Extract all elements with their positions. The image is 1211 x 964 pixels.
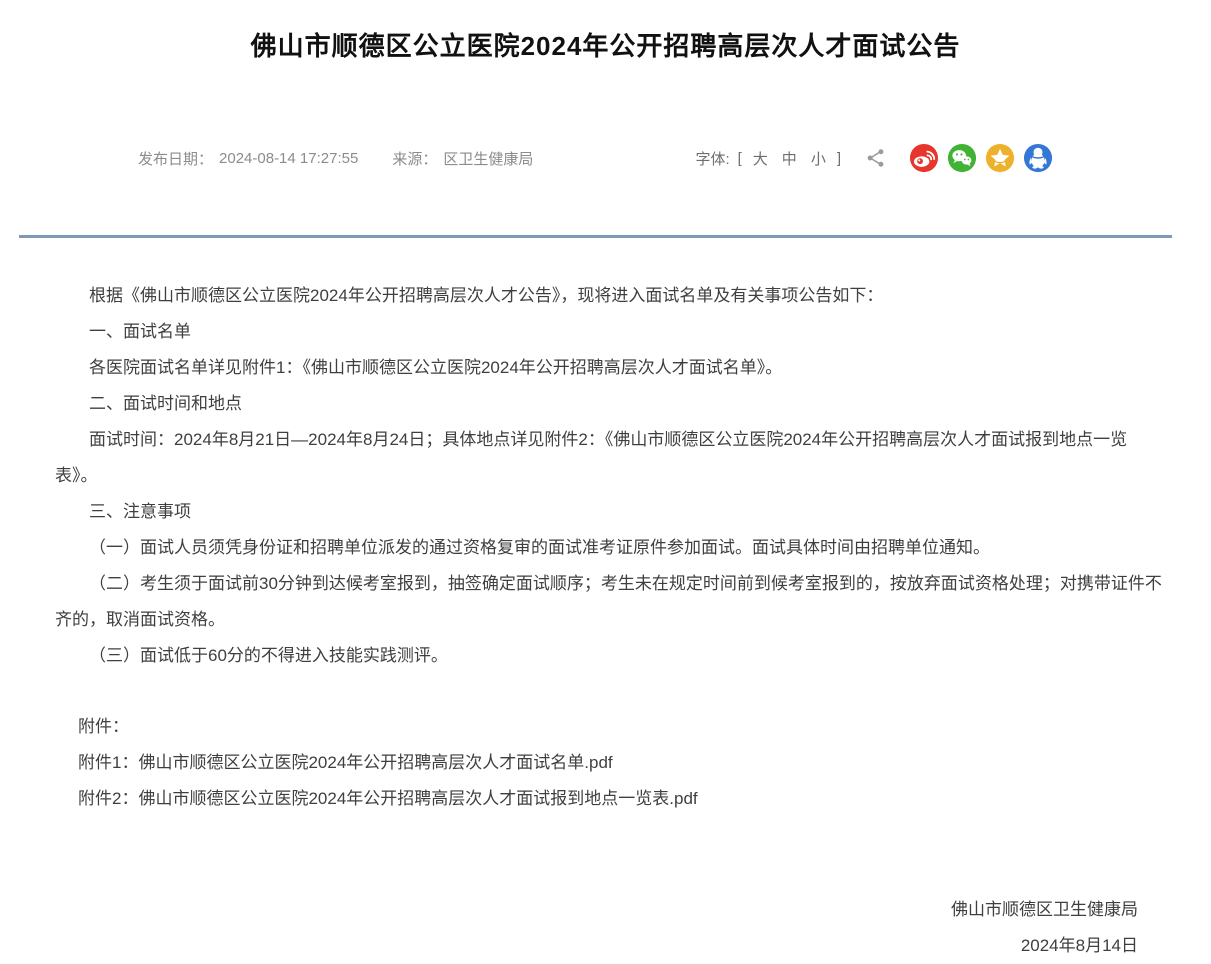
paragraph-time-place: 面试时间：2024年8月21日—2024年8月24日；具体地点详见附件2：《佛山…	[55, 422, 1165, 494]
wechat-icon[interactable]	[947, 143, 977, 173]
share-nodes-icon[interactable]	[865, 147, 887, 169]
paragraph-note-1: （一）面试人员须凭身份证和招聘单位派发的通过资格复审的面试准考证原件参加面试。面…	[55, 530, 1165, 566]
font-size-controls: 字体: [ 大 中 小 ]	[695, 148, 845, 169]
paragraph-interview-list: 各医院面试名单详见附件1：《佛山市顺德区公立医院2024年公开招聘高层次人才面试…	[55, 350, 1165, 386]
heading-time-place: 二、面试时间和地点	[55, 386, 1165, 422]
announcement-body: 根据《佛山市顺德区公立医院2024年公开招聘高层次人才公告》，现将进入面试名单及…	[55, 278, 1165, 674]
meta-row: 发布日期： 2024-08-14 17:27:55 来源： 区卫生健康局 字体:…	[0, 139, 1211, 177]
qzone-icon[interactable]	[985, 143, 1015, 173]
font-size-small-button[interactable]: 小	[811, 148, 826, 169]
signature-date: 2024年8月14日	[0, 928, 1138, 964]
toolbar: 字体: [ 大 中 小 ]	[695, 143, 1053, 173]
publish-date-label: 发布日期：	[138, 148, 213, 169]
paragraph-note-2: （二）考生须于面试前30分钟到达候考室报到，抽签确定面试顺序；考生未在规定时间前…	[55, 566, 1165, 638]
font-size-medium-button[interactable]: 中	[782, 148, 797, 169]
heading-interview-list: 一、面试名单	[55, 314, 1165, 350]
attachment-link-1[interactable]: 附件1：佛山市顺德区公立医院2024年公开招聘高层次人才面试名单.pdf	[78, 753, 613, 772]
attachments-section: 附件： 附件1：佛山市顺德区公立医院2024年公开招聘高层次人才面试名单.pdf…	[55, 709, 1165, 817]
heading-notes: 三、注意事项	[55, 494, 1165, 530]
source-label: 来源：	[392, 148, 437, 169]
bracket-open: [	[738, 150, 742, 167]
paragraph-note-3: （三）面试低于60分的不得进入技能实践测评。	[55, 638, 1165, 674]
attachment-item: 附件1：佛山市顺德区公立医院2024年公开招聘高层次人才面试名单.pdf	[78, 745, 1165, 781]
publish-date-value: 2024-08-14 17:27:55	[219, 150, 358, 167]
announcement-page: 佛山市顺德区公立医院2024年公开招聘高层次人才面试公告 发布日期： 2024-…	[0, 17, 1211, 950]
bracket-close: ]	[837, 150, 841, 167]
attachment-link-2[interactable]: 附件2：佛山市顺德区公立医院2024年公开招聘高层次人才面试报到地点一览表.pd…	[78, 789, 698, 808]
attachment-item: 附件2：佛山市顺德区公立医院2024年公开招聘高层次人才面试报到地点一览表.pd…	[78, 781, 1165, 817]
source-value: 区卫生健康局	[443, 148, 533, 169]
signature-block: 佛山市顺德区卫生健康局 2024年8月14日	[0, 892, 1211, 964]
attachments-label: 附件：	[78, 709, 1165, 745]
paragraph-intro: 根据《佛山市顺德区公立医院2024年公开招聘高层次人才公告》，现将进入面试名单及…	[55, 278, 1165, 314]
signature-org: 佛山市顺德区卫生健康局	[0, 892, 1138, 928]
publish-meta: 发布日期： 2024-08-14 17:27:55 来源： 区卫生健康局	[138, 148, 533, 169]
section-divider	[19, 235, 1172, 238]
weibo-icon[interactable]	[909, 143, 939, 173]
font-size-large-button[interactable]: 大	[753, 148, 768, 169]
page-title: 佛山市顺德区公立医院2024年公开招聘高层次人才面试公告	[0, 17, 1211, 63]
qq-icon[interactable]	[1023, 143, 1053, 173]
font-size-label: 字体:	[695, 148, 729, 169]
